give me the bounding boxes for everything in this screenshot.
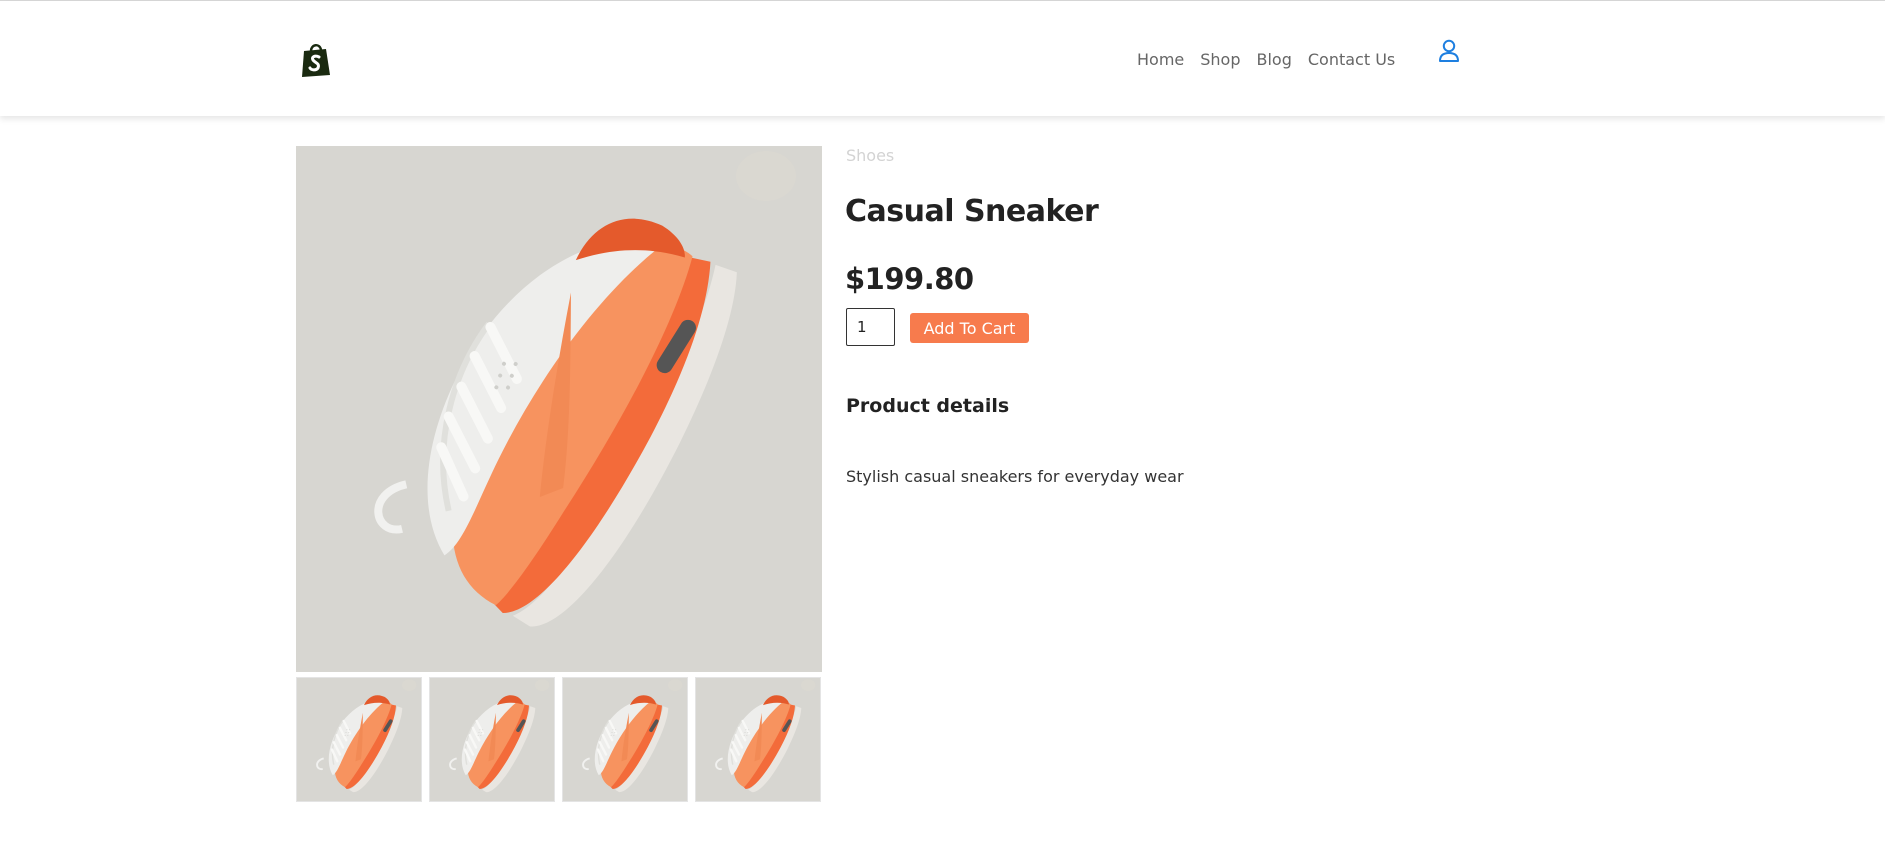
product-title: Casual Sneaker — [845, 194, 1099, 229]
product-price: $199.80 — [845, 262, 974, 296]
nav-shop[interactable]: Shop — [1200, 50, 1240, 70]
thumbnail-4[interactable] — [695, 677, 821, 802]
user-icon[interactable] — [1438, 39, 1460, 63]
thumbnail-strip — [296, 677, 821, 802]
product-details-heading: Product details — [846, 395, 1010, 417]
product-main-image — [296, 146, 822, 672]
product-description: Stylish casual sneakers for everyday wea… — [846, 467, 1184, 486]
thumbnail-3[interactable] — [562, 677, 688, 802]
product-category: Shoes — [846, 146, 895, 165]
shopify-bag-icon[interactable] — [298, 41, 334, 79]
nav-home[interactable]: Home — [1137, 50, 1184, 70]
nav-blog[interactable]: Blog — [1257, 50, 1292, 70]
add-to-cart-button[interactable]: Add To Cart — [910, 313, 1029, 343]
site-header: Home Shop Blog Contact Us — [0, 1, 1885, 116]
nav-contact-us[interactable]: Contact Us — [1308, 50, 1395, 70]
quantity-input[interactable] — [846, 308, 895, 346]
thumbnail-2[interactable] — [429, 677, 555, 802]
main-nav: Home Shop Blog Contact Us — [1137, 50, 1411, 70]
thumbnail-1[interactable] — [296, 677, 422, 802]
